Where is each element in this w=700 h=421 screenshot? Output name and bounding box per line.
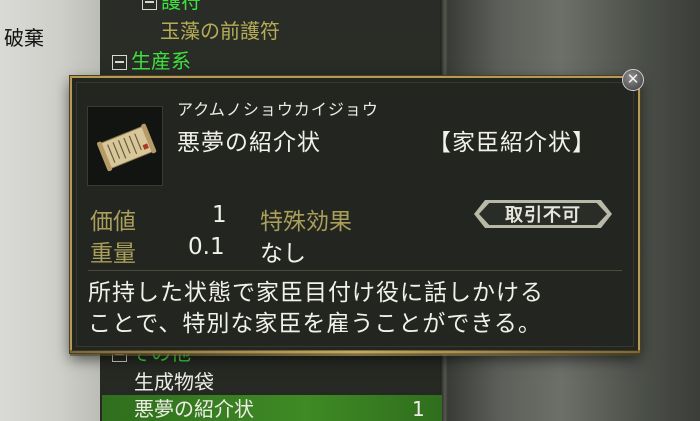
special-effect-label: 特殊効果 [260,209,352,235]
divider [88,270,622,271]
tree-item-label: 玉藻の前護符 [160,19,280,43]
tree-category-label: 護符 [161,0,201,13]
weight-label: 重量 [90,241,136,267]
tree-item-label: 悪夢の紹介状 [134,397,254,421]
value-label: 価値 [90,209,136,235]
tree-item[interactable]: 玉藻の前護符 [160,18,280,44]
tree-item-label: 生成物袋 [134,370,214,394]
close-icon[interactable]: ✕ [622,69,644,91]
collapse-icon[interactable] [112,55,127,70]
item-tooltip-popup: アクムノショウカイジョウ 悪夢の紹介状 【家臣紹介状】 価値 1 特殊効果 重量… [70,76,640,353]
untradeable-badge-label: 取引不可 [505,205,581,226]
untradeable-badge: 取引不可 [474,200,612,228]
value-number: 1 [212,202,227,228]
tree-item-selected[interactable]: 悪夢の紹介状 [134,396,254,421]
tree-category-amulet[interactable]: 護符 [142,0,201,14]
tree-category-production[interactable]: 生産系 [112,48,191,74]
weight-number: 0.1 [188,234,225,260]
item-description: 所持した状態で家臣目付け役に話しかける ことで、特別な家臣を雇うことができる。 [88,278,628,340]
item-type: 【家臣紹介状】 [428,130,596,156]
scroll-icon [87,106,163,186]
discard-label[interactable]: 破棄 [4,22,44,51]
tree-item[interactable]: 生成物袋 [134,369,214,395]
item-name: 悪夢の紹介状 [177,130,321,156]
tree-item-quantity: 1 [412,397,425,421]
popup-bottom-edge [70,350,640,356]
collapse-icon[interactable] [142,0,157,10]
item-name-reading: アクムノショウカイジョウ [177,100,379,119]
special-effect-value: なし [260,241,306,267]
tree-category-label: 生産系 [131,49,191,73]
description-line: 所持した状態で家臣目付け役に話しかける [88,280,544,306]
description-line: ことで、特別な家臣を雇うことができる。 [88,311,542,337]
